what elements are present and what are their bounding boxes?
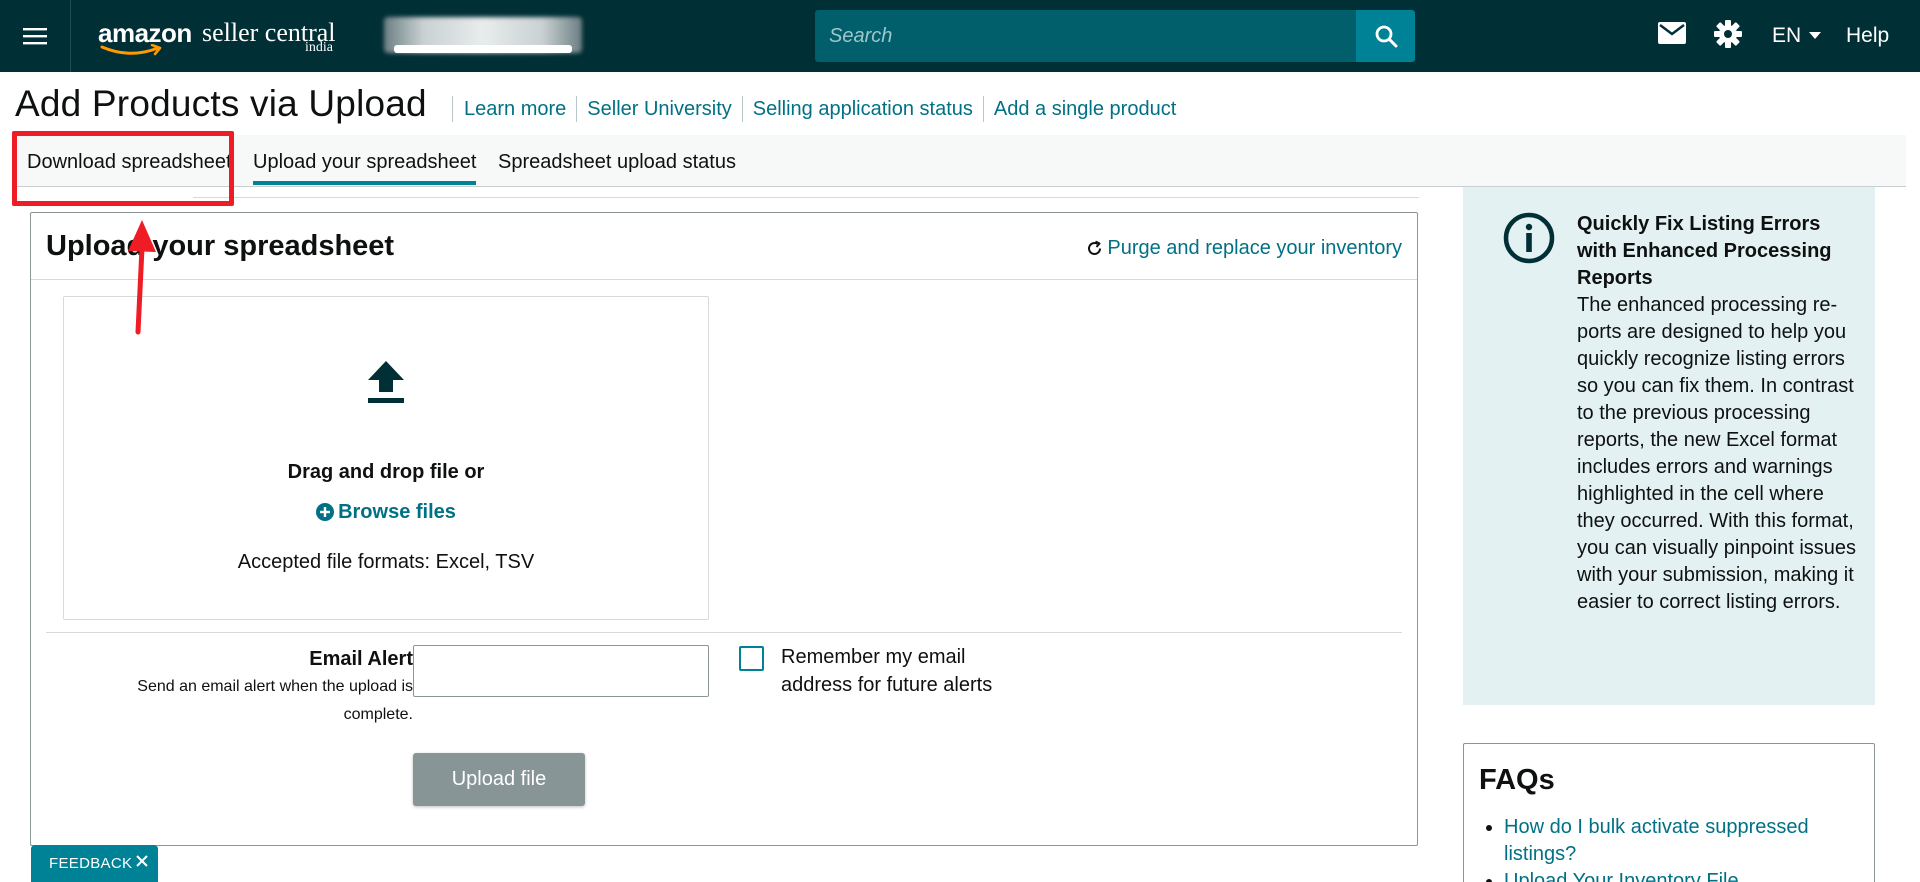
language-label: EN: [1772, 24, 1802, 47]
file-dropzone[interactable]: Drag and drop file or Browse files Accep…: [63, 296, 709, 620]
email-alert-input[interactable]: [413, 645, 709, 697]
browse-files-button[interactable]: Browse files: [64, 499, 708, 525]
tab-spreadsheet-upload-status[interactable]: Spreadsheet upload status: [498, 149, 736, 175]
faq-panel: FAQs How do I bulk activate suppressed l…: [1463, 743, 1875, 882]
search-bar: [815, 10, 1415, 62]
email-alert-label: Email Alert Send an email alert when the…: [91, 645, 413, 729]
tab-bar: Download spreadsheet Upload your spreads…: [13, 135, 1906, 187]
info-panel-title: Quickly Fix Listing Errors with Enhanced…: [1577, 213, 1832, 289]
purge-replace-link[interactable]: Purge and replace your inventory: [1086, 235, 1402, 261]
upload-icon: [368, 361, 404, 403]
seller-central-logo[interactable]: amazon seller central india: [98, 18, 348, 58]
dropzone-title: Drag and drop file or: [287, 461, 485, 483]
amazon-smile-icon: [100, 44, 162, 56]
tab-divider: [193, 197, 1419, 198]
account-name-redacted-bar: [394, 45, 572, 53]
search-button[interactable]: [1356, 10, 1415, 62]
info-icon: [1503, 212, 1555, 264]
help-link[interactable]: Help: [1846, 22, 1889, 50]
learn-more-link[interactable]: Learn more: [452, 96, 576, 122]
feedback-label: FEEDBACK: [49, 855, 133, 872]
email-alert-title: Email Alert: [309, 648, 413, 670]
upload-card: Upload your spreadsheet Purge and replac…: [30, 212, 1418, 846]
search-input[interactable]: [815, 10, 1356, 62]
info-panel-body: The enhanced processing re­ports are des…: [1577, 294, 1857, 613]
top-nav: amazon seller central india Search EN He…: [0, 0, 1920, 72]
remember-email-label[interactable]: Remember my email address for future ale…: [781, 643, 1041, 699]
enhanced-reports-info-panel: Quickly Fix Listing Errors with Enhanced…: [1463, 187, 1875, 705]
refresh-icon: [1088, 240, 1102, 255]
remember-email-checkbox[interactable]: [739, 646, 764, 671]
feedback-tab[interactable]: FEEDBACK: [31, 845, 158, 882]
close-icon[interactable]: [135, 854, 149, 868]
faq-list: How do I bulk activate suppressed listin…: [1504, 814, 1854, 882]
settings-button[interactable]: [1714, 20, 1742, 53]
faq-link-upload-inventory[interactable]: Upload Your Inventory File: [1504, 870, 1739, 882]
browse-files-label: Browse files: [338, 501, 456, 523]
seller-university-link[interactable]: Seller University: [576, 96, 741, 122]
caret-down-icon: [1809, 32, 1822, 39]
logo-region: india: [305, 40, 333, 55]
tab-upload-spreadsheet[interactable]: Upload your spreadsheet: [253, 149, 477, 185]
page-title: Add Products via Upload: [15, 83, 427, 124]
upload-card-title: Upload your spreadsheet: [46, 230, 395, 262]
gear-icon: [1714, 20, 1742, 48]
mail-icon: [1658, 22, 1686, 44]
search-icon: [1375, 25, 1397, 48]
faq-link-bulk-activate[interactable]: How do I bulk activate suppressed listin…: [1504, 816, 1809, 865]
tab-download-spreadsheet[interactable]: Download spreadsheet: [27, 149, 232, 175]
title-links: Learn more Seller University Selling app…: [452, 96, 1186, 122]
plus-circle-icon: [316, 503, 335, 521]
faq-item: How do I bulk activate suppressed listin…: [1504, 814, 1854, 868]
email-alert-description: Send an email alert when the upload is c…: [137, 678, 413, 723]
menu-button[interactable]: [0, 0, 71, 72]
add-single-product-link[interactable]: Add a single product: [982, 96, 1186, 122]
purge-replace-label: Purge and replace your inventory: [1107, 237, 1402, 259]
upload-card-header: Upload your spreadsheet Purge and replac…: [31, 213, 1417, 280]
language-selector[interactable]: EN: [1772, 22, 1822, 50]
faq-title: FAQs: [1479, 764, 1555, 796]
faq-item: Upload Your Inventory File: [1504, 868, 1854, 882]
selling-application-status-link[interactable]: Selling application status: [741, 96, 983, 122]
messages-button[interactable]: [1658, 22, 1686, 49]
accepted-formats: Accepted file formats: Excel, TSV: [237, 551, 535, 573]
menu-icon: [23, 28, 47, 45]
upload-file-button[interactable]: Upload file: [413, 753, 585, 806]
card-divider: [46, 632, 1402, 633]
